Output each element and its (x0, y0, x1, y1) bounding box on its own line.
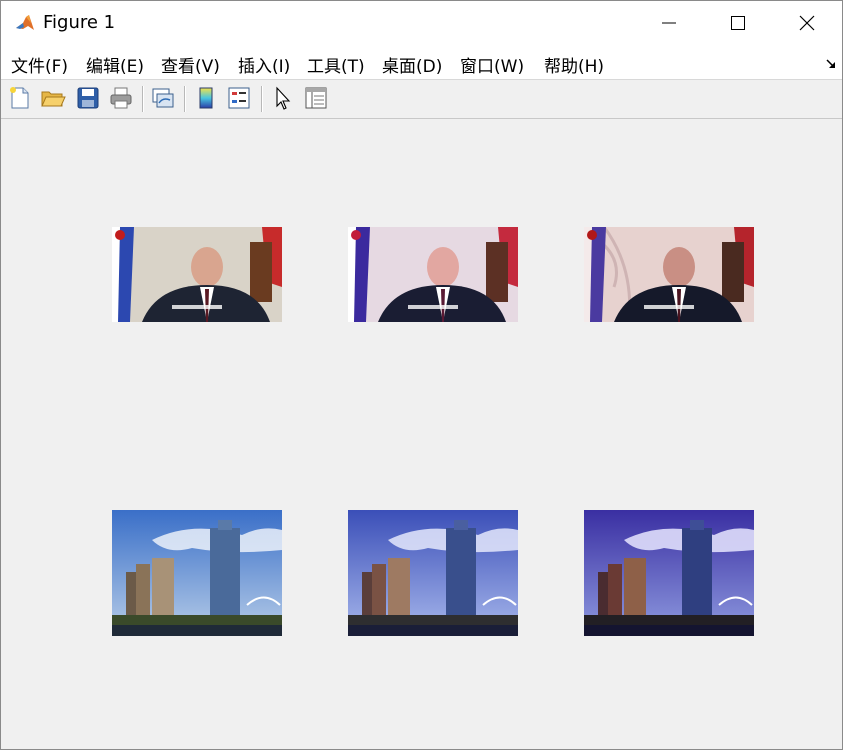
toolbar-separator (184, 86, 186, 112)
menu-help[interactable]: 帮助(H) (544, 52, 604, 77)
toolbar-separator (142, 86, 144, 112)
axes-city-enhanced-a[interactable] (348, 510, 518, 636)
menu-file[interactable]: 文件(F) (11, 52, 68, 77)
new-figure-icon[interactable] (7, 85, 33, 111)
window-title: Figure 1 (43, 12, 116, 33)
colorbar-icon[interactable] (193, 85, 219, 111)
property-inspector-icon[interactable] (303, 85, 329, 111)
dock-arrow-icon[interactable] (825, 58, 837, 70)
axes-portrait-enhanced-b[interactable] (584, 227, 754, 322)
legend-icon[interactable] (226, 85, 252, 111)
menu-view[interactable]: 查看(V) (161, 52, 220, 77)
menu-edit[interactable]: 编辑(E) (86, 52, 144, 77)
menu-desktop[interactable]: 桌面(D) (382, 52, 442, 77)
menu-window[interactable]: 窗口(W) (460, 52, 524, 77)
print-icon[interactable] (108, 85, 134, 111)
figure-window: Figure 1 文件(F) 编辑(E) 查看(V) 插入(I) 工具(T) 桌… (0, 0, 843, 750)
close-button[interactable] (772, 1, 842, 45)
toolbar-separator (261, 86, 263, 112)
link-plot-icon[interactable] (150, 85, 176, 111)
axes-city-original[interactable] (112, 510, 282, 636)
menu-insert[interactable]: 插入(I) (238, 52, 290, 77)
axes-portrait-enhanced-a[interactable] (348, 227, 518, 322)
minimize-button[interactable] (634, 1, 704, 45)
maximize-icon (731, 16, 745, 30)
select-arrow-icon[interactable] (270, 85, 296, 111)
figure-canvas[interactable] (1, 119, 842, 749)
menu-tools[interactable]: 工具(T) (307, 52, 365, 77)
minimize-icon (662, 22, 676, 24)
save-icon[interactable] (75, 85, 101, 111)
axes-city-enhanced-b[interactable] (584, 510, 754, 636)
open-file-icon[interactable] (40, 85, 66, 111)
close-icon (799, 15, 815, 31)
title-bar[interactable]: Figure 1 (1, 1, 842, 45)
matlab-logo-icon (14, 12, 36, 34)
axes-portrait-original[interactable] (112, 227, 282, 322)
figure-toolbar (1, 80, 842, 119)
maximize-button[interactable] (703, 1, 773, 45)
menu-bar: 文件(F) 编辑(E) 查看(V) 插入(I) 工具(T) 桌面(D) 窗口(W… (1, 45, 842, 80)
